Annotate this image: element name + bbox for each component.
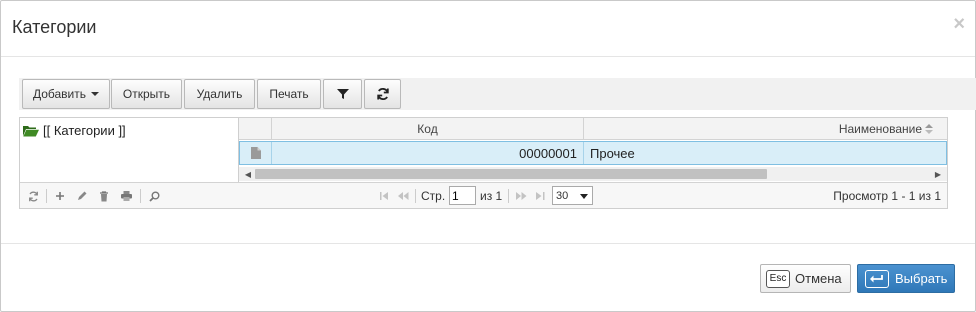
add-button[interactable]: Добавить [22, 79, 110, 109]
column-header-code-label: Код [417, 122, 438, 136]
select-button[interactable]: Выбрать [857, 264, 955, 293]
grid-header: Код Наименование [239, 118, 947, 140]
filter-icon [336, 89, 349, 99]
footer-divider [1, 243, 975, 244]
print-button[interactable]: Печать [257, 79, 321, 109]
table-row[interactable]: 00000001 Прочее [239, 141, 947, 165]
column-header-name[interactable]: Наименование [584, 118, 947, 140]
filter-button[interactable] [323, 79, 362, 109]
cancel-button-label: Отмена [795, 271, 842, 286]
refresh-button[interactable] [364, 79, 401, 109]
scrollbar-thumb[interactable] [255, 169, 767, 179]
open-button[interactable]: Открыть [111, 79, 182, 109]
esc-key-icon: Esc [766, 269, 790, 288]
reload-icon[interactable] [26, 189, 40, 203]
tree-root-label: [[ Категории ]] [43, 123, 126, 138]
pager-separator [140, 189, 141, 203]
page-of-label: из 1 [480, 189, 503, 203]
print-icon[interactable] [119, 189, 133, 203]
select-button-label: Выбрать [895, 271, 948, 286]
horizontal-scrollbar[interactable]: ◀ ▶ [239, 167, 947, 181]
next-page-icon[interactable] [514, 189, 528, 203]
scroll-right-icon[interactable]: ▶ [931, 167, 945, 181]
toolbar: Добавить Открыть Удалить Печать [19, 78, 976, 110]
close-button[interactable]: × [953, 13, 965, 36]
prev-page-icon[interactable] [396, 189, 410, 203]
cell-name: Прочее [590, 145, 635, 161]
delete-button[interactable]: Удалить [184, 79, 255, 109]
page-size-value: 30 [556, 189, 569, 202]
column-header-name-label: Наименование [838, 122, 922, 136]
sort-icon [925, 124, 933, 134]
grid-header-icon-col [239, 118, 272, 140]
page-size-select[interactable]: 30 [552, 186, 593, 205]
cancel-button[interactable]: Esc Отмена [760, 264, 851, 293]
grid-panel: [[ Категории ]] Код Наименование 0000000… [19, 117, 948, 209]
page-label: Стр. [421, 189, 446, 203]
add-button-label: Добавить [32, 87, 87, 101]
enter-key-icon [865, 269, 889, 288]
pager-separator [46, 189, 47, 203]
categories-dialog: Категории × Добавить Открыть Удалить Печ… [0, 0, 976, 312]
caret-down-icon [91, 92, 100, 96]
cell-code: 00000001 [272, 142, 584, 164]
chevron-down-icon [580, 194, 588, 199]
tree-root-item[interactable]: [[ Категории ]] [23, 123, 126, 138]
scroll-left-icon[interactable]: ◀ [241, 167, 255, 181]
document-icon [250, 147, 261, 159]
category-tree: [[ Категории ]] [20, 118, 239, 182]
view-records-text: Просмотр 1 - 1 из 1 [833, 189, 941, 203]
page-number-input[interactable] [449, 186, 476, 205]
search-icon[interactable] [147, 189, 161, 203]
pager: Стр. из 1 30 Просмотр 1 - 1 из 1 [20, 182, 947, 208]
trash-icon[interactable] [97, 189, 111, 203]
plus-icon[interactable] [53, 189, 67, 203]
refresh-icon [376, 88, 389, 100]
row-icon-cell [240, 142, 272, 164]
pager-separator [415, 189, 416, 203]
first-page-icon[interactable] [377, 189, 391, 203]
column-header-code[interactable]: Код [272, 118, 584, 140]
pager-separator [508, 189, 509, 203]
pencil-icon[interactable] [75, 189, 89, 203]
last-page-icon[interactable] [533, 189, 547, 203]
dialog-header: Категории × [1, 1, 975, 57]
dialog-title: Категории [12, 17, 97, 37]
folder-open-icon [23, 125, 39, 136]
